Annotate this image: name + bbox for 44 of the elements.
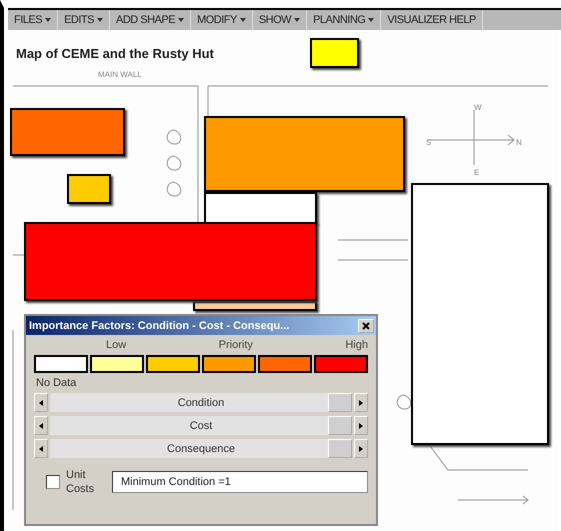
- map-shape[interactable]: [204, 192, 317, 224]
- checkbox[interactable]: [46, 475, 60, 489]
- legend-label: Low: [106, 339, 126, 353]
- slider-label: Cost: [190, 420, 212, 432]
- map-shape[interactable]: [411, 183, 549, 445]
- slider-thumb[interactable]: [328, 439, 352, 458]
- slider-track[interactable]: Cost: [50, 416, 352, 435]
- slider-track[interactable]: Consequence: [50, 439, 352, 458]
- right-arrow-icon: [359, 446, 363, 452]
- map-label: N: [516, 138, 522, 147]
- map-label: S: [426, 138, 432, 147]
- map-label: E: [474, 168, 480, 177]
- scroll-right-button[interactable]: [354, 416, 368, 435]
- map-shape[interactable]: [310, 38, 359, 68]
- close-icon: [362, 322, 370, 330]
- left-arrow-icon: [39, 400, 43, 406]
- right-arrow-icon: [359, 422, 363, 428]
- slider-label: Consequence: [167, 442, 235, 454]
- scroll-left-button[interactable]: [34, 416, 48, 435]
- map-shape[interactable]: [193, 301, 317, 311]
- scroll-right-button[interactable]: [354, 393, 368, 412]
- map-shape[interactable]: [67, 174, 111, 204]
- map-shape[interactable]: [10, 108, 125, 156]
- checkbox-label: Unit Costs: [66, 468, 96, 496]
- legend-label: High: [345, 339, 368, 353]
- slider-track[interactable]: Condition: [50, 393, 352, 412]
- dialog-title: Importance Factors: Condition - Cost - Consequ...: [29, 320, 290, 332]
- close-button[interactable]: [358, 318, 374, 332]
- map-title: Map of CEME and the Rusty Hut: [16, 46, 214, 61]
- map-shape[interactable]: [204, 116, 405, 192]
- input-field[interactable]: Minimum Condition =1: [112, 471, 368, 493]
- map-label: MAIN WALL: [98, 70, 142, 79]
- slider-label: Condition: [178, 396, 224, 408]
- scroll-right-button[interactable]: [354, 439, 368, 458]
- no-data-label: No Data: [36, 377, 78, 389]
- scroll-left-button[interactable]: [34, 439, 48, 458]
- slider-thumb[interactable]: [328, 416, 352, 435]
- scroll-left-button[interactable]: [34, 393, 48, 412]
- legend-label: Priority: [218, 339, 253, 353]
- right-arrow-icon: [359, 400, 363, 406]
- left-arrow-icon: [39, 422, 43, 428]
- left-arrow-icon: [39, 446, 43, 452]
- slider-thumb[interactable]: [328, 393, 352, 412]
- map-label: W: [474, 103, 482, 112]
